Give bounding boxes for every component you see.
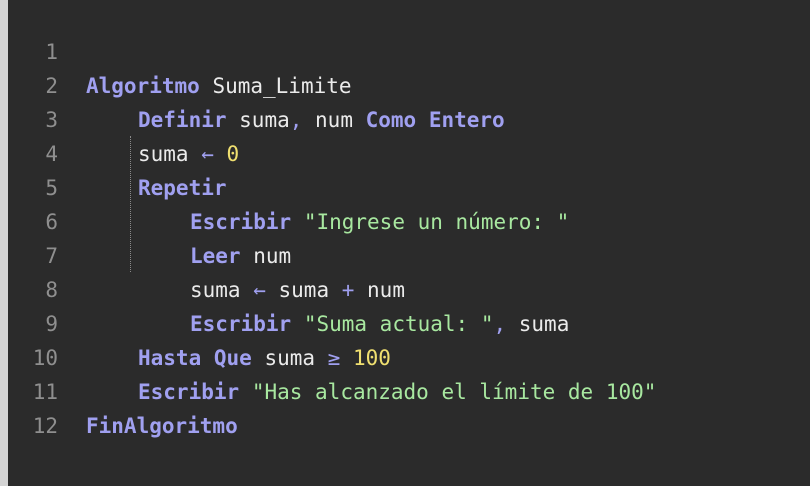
code-line[interactable]: 5 Escribir "Ingrese un número: " [8,137,810,234]
code-token: FinAlgoritmo [86,414,238,438]
code-line[interactable]: 7 suma ← suma + num [8,205,810,302]
code-line[interactable]: 4 Repetir [8,103,810,200]
code-line[interactable]: 11 FinAlgoritmo [8,341,810,438]
code-line[interactable]: 10 Escribir "Has alcanzado el límite de … [8,307,810,404]
code-line[interactable]: 1 Algoritmo Suma_Limite [8,1,810,98]
code-text[interactable]: FinAlgoritmo [86,409,238,443]
code-line[interactable]: 8 Escribir "Suma actual: ", suma [8,239,810,336]
code-line[interactable]: 3 suma ← 0 [8,69,810,166]
code-line[interactable]: 6 Leer num [8,171,810,268]
code-line[interactable]: 12 [8,375,810,438]
code-editor[interactable]: 1 Algoritmo Suma_Limite 2 Definir suma, … [0,0,810,486]
line-number: 12 [32,414,58,438]
code-line[interactable]: 9 Hasta Que suma ≥ 100 [8,273,810,370]
code-line[interactable]: 2 Definir suma, num Como Entero [8,35,810,132]
